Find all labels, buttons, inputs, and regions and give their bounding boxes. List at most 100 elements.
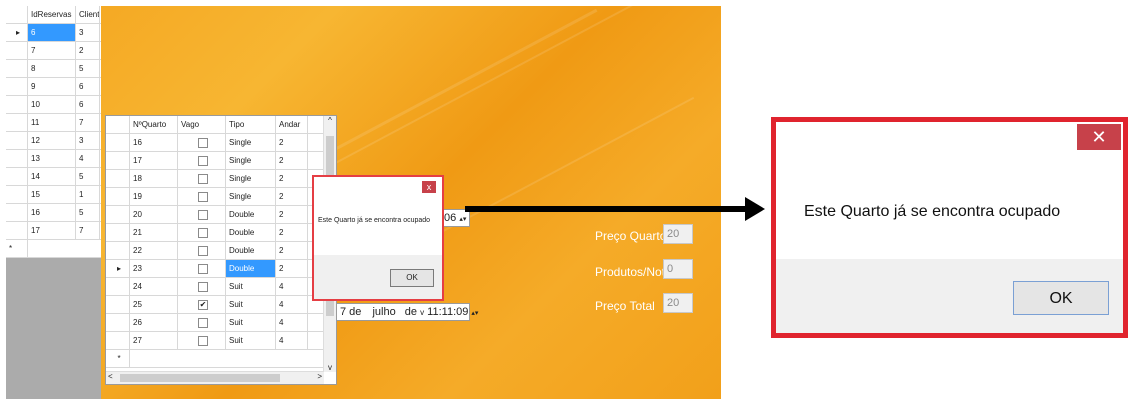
cell-cliente[interactable]: 6 — [76, 78, 100, 95]
cell-vago[interactable] — [178, 332, 226, 349]
scroll-left-icon[interactable]: < — [108, 372, 113, 381]
cell-vago[interactable] — [178, 242, 226, 259]
grid-header-row[interactable]: NºQuarto Vago Tipo Andar — [106, 116, 324, 134]
vago-checkbox[interactable] — [198, 264, 208, 274]
vago-checkbox[interactable] — [198, 282, 208, 292]
cell-andar[interactable]: 4 — [276, 314, 308, 331]
cell-cliente[interactable]: 7 — [76, 114, 100, 131]
spinner-icon[interactable]: ▴▾ — [459, 216, 466, 223]
scrollbar-thumb[interactable] — [120, 374, 280, 382]
cell-cliente[interactable]: 3 — [76, 24, 100, 41]
cell-num[interactable]: 19 — [130, 188, 178, 205]
cell-tipo[interactable]: Suit — [226, 314, 276, 331]
cell-tipo[interactable]: Suit — [226, 332, 276, 349]
row-header[interactable]: * — [106, 350, 130, 367]
cell-cliente[interactable]: 3 — [76, 132, 100, 149]
cell-andar[interactable]: 2 — [276, 152, 308, 169]
cell-vago[interactable] — [178, 206, 226, 223]
column-header[interactable]: Vago — [178, 116, 226, 133]
cell-idreservas[interactable]: 15 — [28, 186, 76, 203]
table-row[interactable]: 21 Double 2 — [106, 224, 324, 242]
cell-num[interactable]: 17 — [130, 152, 178, 169]
cell-idreservas[interactable]: 6 — [28, 24, 76, 41]
cell-idreservas[interactable]: 9 — [28, 78, 76, 95]
table-row[interactable]: 11 7 — [6, 114, 101, 132]
close-icon[interactable]: ✕ — [1077, 124, 1121, 150]
table-row[interactable]: 72 — [6, 42, 101, 60]
cell-andar[interactable]: 4 — [276, 332, 308, 349]
table-row[interactable]: 14 5 — [6, 168, 101, 186]
table-row[interactable]: 18 Single 2 — [106, 170, 324, 188]
vago-checkbox[interactable] — [198, 246, 208, 256]
ok-button[interactable]: OK — [390, 269, 434, 287]
scroll-up-icon[interactable]: ^ — [324, 116, 336, 125]
table-row[interactable]: 17 7 — [6, 222, 101, 240]
row-header[interactable] — [6, 150, 28, 167]
vago-checkbox[interactable] — [198, 174, 208, 184]
cell-idreservas[interactable]: 16 — [28, 204, 76, 221]
cell-vago[interactable] — [178, 314, 226, 331]
cell-andar[interactable]: 2 — [276, 206, 308, 223]
cell-num[interactable]: 27 — [130, 332, 178, 349]
vago-checkbox[interactable] — [198, 138, 208, 148]
quartos-grid[interactable]: NºQuarto Vago Tipo Andar 16 Single 2 17 Single 2 1… — [105, 115, 337, 385]
row-header[interactable] — [106, 134, 130, 151]
cell-tipo[interactable]: Double — [226, 260, 276, 277]
table-row[interactable]: 15 1 — [6, 186, 101, 204]
cell-tipo[interactable]: Suit — [226, 296, 276, 313]
cell-idreservas[interactable]: 7 — [28, 42, 76, 59]
row-header-corner[interactable] — [6, 6, 28, 23]
cell-idreservas[interactable]: 13 — [28, 150, 76, 167]
column-header[interactable]: NºQuarto — [130, 116, 178, 133]
row-header[interactable] — [6, 60, 28, 77]
cell-andar[interactable]: 2 — [276, 188, 308, 205]
table-row[interactable]: 16 5 — [6, 204, 101, 222]
table-row[interactable]: 19 Single 2 — [106, 188, 324, 206]
reservas-grid[interactable]: IdReservasCliente▸6372859610611712313414… — [6, 6, 101, 399]
close-icon[interactable]: x — [422, 181, 436, 193]
row-header[interactable] — [106, 170, 130, 187]
cell-andar[interactable]: 2 — [276, 170, 308, 187]
table-row[interactable]: ▸ 23 Double 2 — [106, 260, 324, 278]
produtos-notas-field[interactable]: 0 — [663, 259, 693, 279]
cell-andar[interactable]: 2 — [276, 260, 308, 277]
cell-vago[interactable] — [178, 260, 226, 277]
cell-num[interactable]: 25 — [130, 296, 178, 313]
row-header[interactable] — [106, 332, 130, 349]
row-header[interactable] — [106, 206, 130, 223]
cell-idreservas[interactable]: 14 — [28, 168, 76, 185]
ok-button[interactable]: OK — [1013, 281, 1109, 315]
cell-vago[interactable] — [178, 224, 226, 241]
row-header[interactable] — [6, 204, 28, 221]
row-header[interactable] — [6, 186, 28, 203]
new-row[interactable]: * — [6, 240, 101, 258]
cell-vago[interactable] — [178, 188, 226, 205]
cell-tipo[interactable]: Single — [226, 188, 276, 205]
cell-vago[interactable] — [178, 278, 226, 295]
cell-num[interactable]: 18 — [130, 170, 178, 187]
table-row[interactable]: ▸ 6 3 — [6, 24, 101, 42]
row-header[interactable]: ▸ — [6, 24, 28, 41]
cell-cliente[interactable]: 1 — [76, 186, 100, 203]
cell-tipo[interactable]: Double — [226, 224, 276, 241]
cell-andar[interactable]: 2 — [276, 134, 308, 151]
cell-tipo[interactable]: Single — [226, 134, 276, 151]
row-header[interactable] — [106, 188, 130, 205]
table-row[interactable]: 26 Suit 4 — [106, 314, 324, 332]
row-header[interactable] — [6, 42, 28, 59]
cell-cliente[interactable]: 5 — [76, 168, 100, 185]
row-header[interactable] — [6, 96, 28, 113]
grid-header-row[interactable]: IdReservasCliente — [6, 6, 101, 24]
vago-checkbox[interactable] — [198, 336, 208, 346]
cell-cliente[interactable]: 4 — [76, 150, 100, 167]
new-row[interactable]: * — [106, 350, 324, 368]
cell-cliente[interactable]: 5 — [76, 60, 100, 77]
cell-andar[interactable]: 4 — [276, 278, 308, 295]
table-row[interactable]: 85 — [6, 60, 101, 78]
column-header[interactable]: IdReservas — [28, 6, 76, 23]
vago-checkbox[interactable] — [198, 156, 208, 166]
horizontal-scrollbar[interactable]: < > — [106, 371, 324, 384]
row-header[interactable] — [106, 296, 130, 313]
vago-checkbox[interactable] — [198, 318, 208, 328]
cell-tipo[interactable]: Single — [226, 152, 276, 169]
